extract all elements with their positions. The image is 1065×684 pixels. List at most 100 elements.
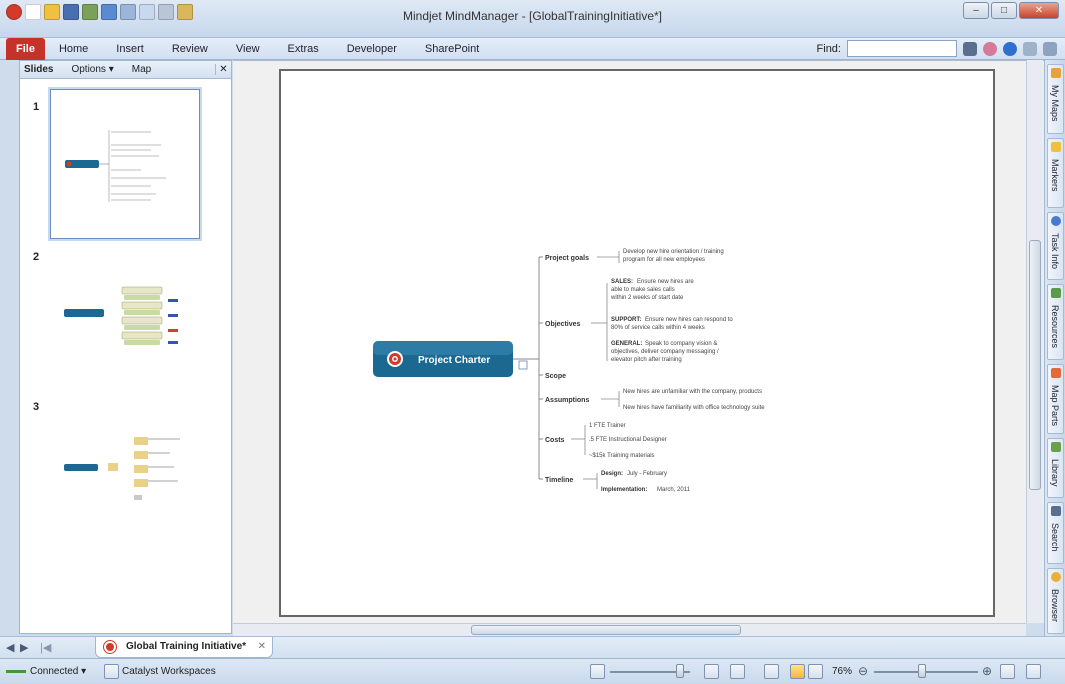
fit-map-icon[interactable]: [590, 664, 605, 679]
topic-project-goals: Project goals: [545, 255, 589, 262]
close-button[interactable]: ✕: [1019, 2, 1059, 19]
library-icon: [1051, 442, 1061, 452]
assumption-1: New hires are unfamiliar with the compan…: [623, 389, 762, 395]
slide-number: 2: [33, 251, 40, 263]
layout-options-icon[interactable]: [1026, 664, 1041, 679]
vertical-scrollbar[interactable]: [1026, 60, 1043, 623]
slide-thumbnail-1[interactable]: [50, 89, 200, 239]
tab-my-maps[interactable]: My Maps: [1047, 64, 1064, 134]
connected-status[interactable]: Connected ▾: [30, 666, 86, 677]
slide-2-preview: [64, 286, 178, 345]
outline-view-icon[interactable]: [704, 664, 719, 679]
horizontal-scroll-thumb[interactable]: [471, 625, 741, 635]
fit-page-icon[interactable]: [1000, 664, 1015, 679]
tab-home[interactable]: Home: [45, 38, 102, 60]
slide-1-preview: [65, 130, 166, 202]
search-icon: [1051, 506, 1061, 516]
tab-sharepoint[interactable]: SharePoint: [411, 38, 493, 60]
collapse-toggle[interactable]: [518, 360, 528, 370]
zoom-slider-track[interactable]: [874, 671, 978, 673]
goals-line-1: Develop new hire orientation / training: [623, 249, 724, 255]
tab-extras[interactable]: Extras: [274, 38, 333, 60]
close-panel-button[interactable]: ✕: [215, 64, 231, 75]
tab-resources[interactable]: Resources: [1047, 284, 1064, 360]
tab-markers[interactable]: Markers: [1047, 138, 1064, 208]
options-dropdown[interactable]: Options ▾: [71, 64, 113, 75]
nav-forward-icon[interactable]: ▶: [20, 641, 28, 654]
tab-search[interactable]: Search: [1047, 502, 1064, 564]
filter-slider-knob[interactable]: [676, 664, 684, 678]
heart-icon[interactable]: [983, 41, 997, 56]
general-line-2: objectives, deliver company messaging /: [611, 349, 719, 355]
topic-objectives: Objectives: [545, 321, 581, 328]
minimize-ribbon-icon[interactable]: [1023, 41, 1037, 56]
slide-thumbnail-2[interactable]: [50, 251, 200, 401]
zoom-slider-knob[interactable]: [918, 664, 926, 678]
slide-number: 1: [33, 101, 40, 113]
task-pane-tabs: My Maps Markers Task Info Resources Map …: [1044, 60, 1065, 636]
topic-timeline: Timeline: [545, 477, 573, 484]
slide-3-preview: [64, 437, 180, 500]
nav-back-icon[interactable]: ◀: [6, 641, 14, 654]
tab-file[interactable]: File: [6, 37, 45, 60]
markers-icon: [1051, 142, 1061, 152]
tab-task-info[interactable]: Task Info: [1047, 212, 1064, 280]
goals-line-2: program for all new employees: [623, 257, 705, 263]
binoculars-icon[interactable]: [963, 41, 977, 56]
cost-1: 1 FTE Trainer: [589, 423, 626, 429]
minimize-button[interactable]: –: [963, 2, 989, 19]
topic-scope: Scope: [545, 373, 566, 380]
tab-library[interactable]: Library: [1047, 438, 1064, 498]
map-parts-icon: [1051, 368, 1061, 378]
vertical-scroll-thumb[interactable]: [1029, 240, 1041, 490]
slide-number: 3: [33, 401, 40, 413]
sales-label: SALES:: [611, 279, 633, 285]
tab-map-parts[interactable]: Map Parts: [1047, 364, 1064, 434]
topic-costs: Costs: [545, 437, 565, 444]
implementation-label: Implementation:: [601, 487, 647, 493]
connection-icon: [6, 670, 26, 673]
map-view-icon[interactable]: [790, 664, 805, 679]
central-topic[interactable]: Project Charter: [373, 341, 513, 377]
sales-line-1: Ensure new hires are: [637, 279, 694, 285]
tab-view[interactable]: View: [222, 38, 274, 60]
browser-icon: [1051, 572, 1061, 582]
map-canvas[interactable]: Project Charter Project goals Develop ne…: [233, 60, 1044, 623]
slide-thumbnail-3[interactable]: [50, 401, 200, 551]
find-input[interactable]: [847, 40, 957, 57]
my-maps-icon: [1051, 68, 1061, 78]
catalyst-workspaces-link[interactable]: Catalyst Workspaces: [122, 666, 216, 677]
filter-icon[interactable]: [730, 664, 745, 679]
tab-review[interactable]: Review: [158, 38, 222, 60]
assumption-2: New hires have familiarity with office t…: [623, 405, 765, 411]
slides-title: Slides: [24, 64, 54, 75]
document-tab[interactable]: Global Training Initiative* ✕: [95, 637, 274, 658]
horizontal-scrollbar[interactable]: [233, 623, 1026, 636]
sales-line-2: able to make sales calls: [611, 287, 675, 293]
tab-insert[interactable]: Insert: [102, 38, 158, 60]
support-line-2: 80% of service calls within 4 weeks: [611, 325, 705, 331]
nav-first-icon[interactable]: |◀: [40, 641, 51, 654]
document-tab-label: Global Training Initiative*: [126, 641, 247, 652]
zoom-level: 76%: [832, 666, 853, 677]
tab-developer[interactable]: Developer: [333, 38, 411, 60]
zoom-in-icon[interactable]: ⊕: [982, 664, 992, 678]
map-button[interactable]: Map: [132, 64, 151, 75]
task-info-icon: [1051, 216, 1061, 226]
implementation-text: March, 2011: [657, 487, 691, 493]
gantt-view-icon[interactable]: [808, 664, 823, 679]
design-text: July - February: [627, 471, 667, 477]
balance-map-icon[interactable]: [764, 664, 779, 679]
zoom-out-icon[interactable]: ⊖: [858, 664, 868, 678]
general-line-3: elevator pitch after training: [611, 357, 682, 363]
general-label: GENERAL:: [611, 341, 642, 347]
slides-header: Slides Options ▾ Map ✕: [20, 61, 231, 79]
cost-2: .5 FTE Instructional Designer: [589, 437, 667, 443]
find-label: Find:: [816, 42, 841, 55]
tab-browser[interactable]: Browser: [1047, 568, 1064, 634]
window-controls: – □ ✕: [963, 2, 1059, 19]
maximize-button[interactable]: □: [991, 2, 1017, 19]
settings-icon[interactable]: [1043, 41, 1057, 56]
close-tab-icon[interactable]: ✕: [258, 637, 266, 657]
help-icon[interactable]: [1003, 41, 1017, 56]
